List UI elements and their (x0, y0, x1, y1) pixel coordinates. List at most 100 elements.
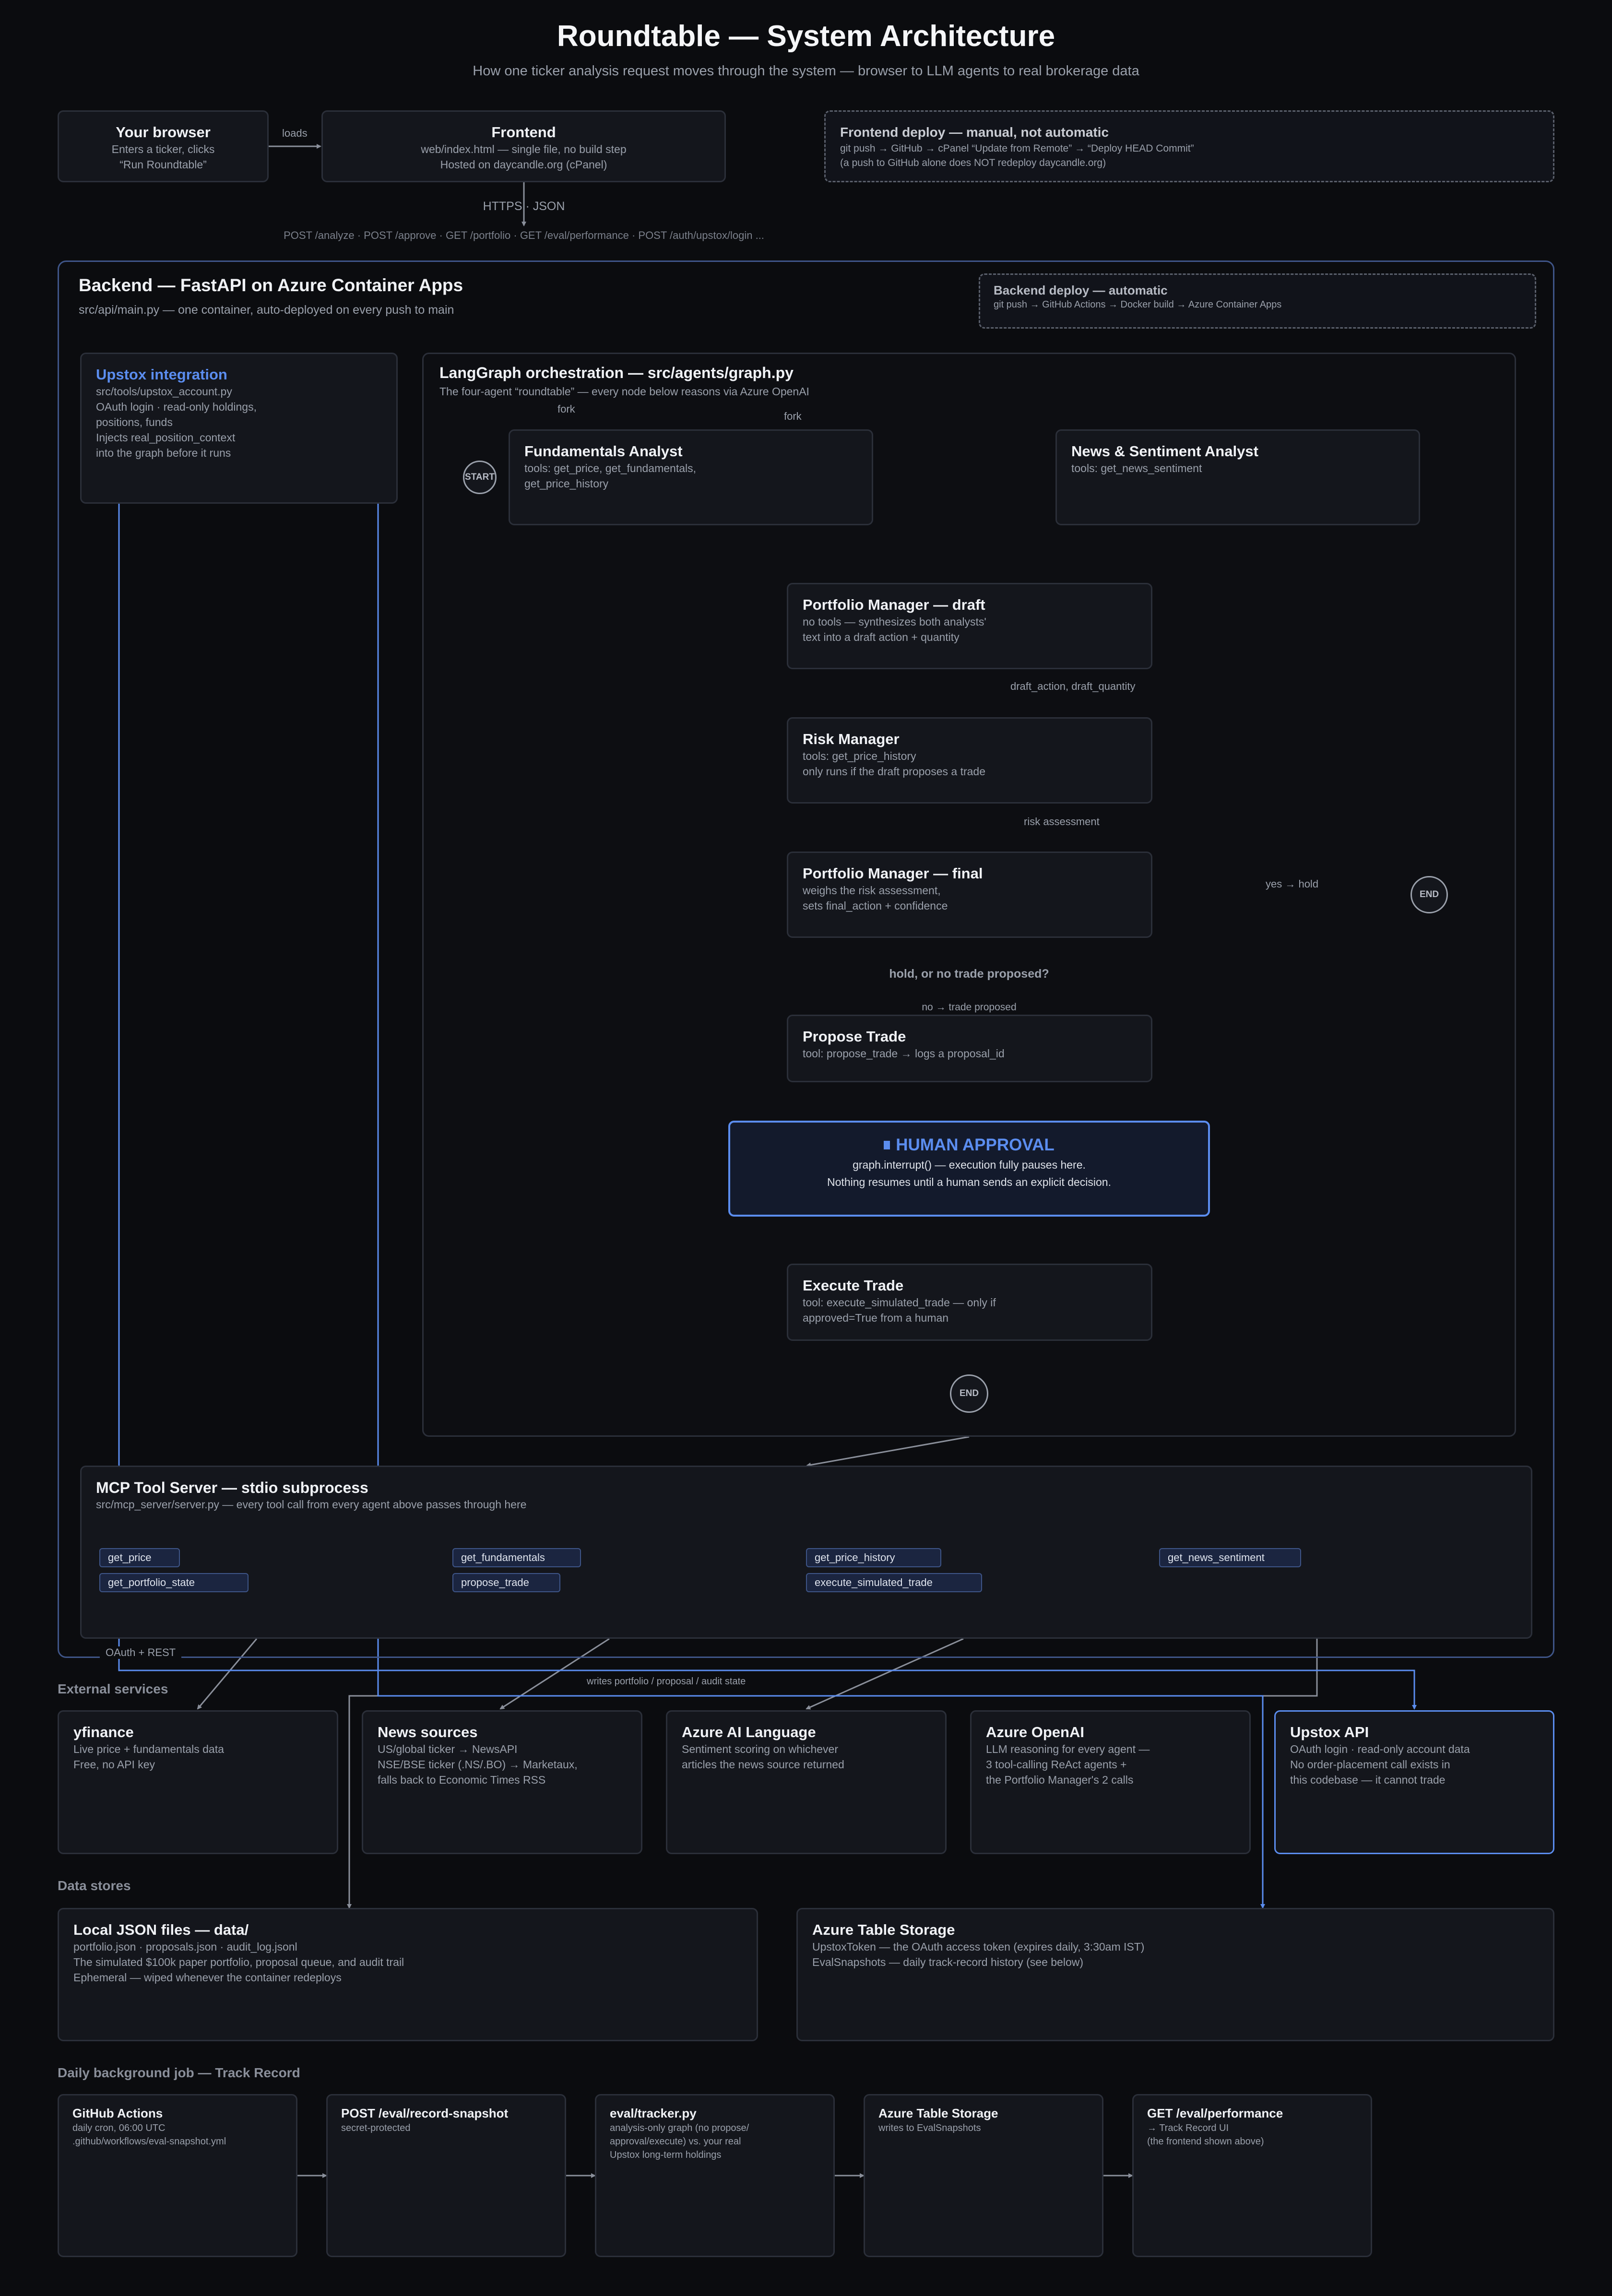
execute-title: Execute Trade (803, 1277, 904, 1294)
news-sources-line3: falls back to Economic Times RSS (378, 1774, 546, 1786)
upstox-integration-line: OAuth login · read-only holdings, (96, 401, 257, 413)
local-json-box: Local JSON files — data/ portfolio.json … (58, 1908, 758, 2041)
tool-chip-get-news-sentiment: get_news_sentiment (1159, 1548, 1301, 1567)
frontend-deploy-line1: git push → GitHub → cPanel “Update from … (840, 143, 1194, 154)
news-line1: tools: get_news_sentiment (1071, 462, 1202, 474)
execute-line1: tool: execute_simulated_trade — only if (803, 1296, 996, 1309)
frontend-deploy-box: Frontend deploy — manual, not automatic … (824, 110, 1554, 182)
browser-box: Your browser Enters a ticker, clicks “Ru… (58, 110, 269, 182)
yfinance-box: yfinance Live price + fundamentals data … (58, 1710, 338, 1854)
azure-openai-line1: LLM reasoning for every agent — (986, 1743, 1150, 1755)
local-json-line1: portfolio.json · proposals.json · audit_… (73, 1941, 297, 1953)
news-title: News & Sentiment Analyst (1071, 443, 1258, 460)
job-table-title: Azure Table Storage (878, 2106, 998, 2120)
langgraph-sub: The four-agent “roundtable” — every node… (439, 385, 809, 398)
tool-chip-get-price: get_price (99, 1548, 180, 1567)
snapshot-title: POST /eval/record-snapshot (341, 2106, 509, 2120)
risk-manager-node: Risk Manager tools: get_price_history on… (787, 717, 1152, 804)
frontend-deploy-title: Frontend deploy — manual, not automatic (840, 125, 1109, 140)
tool-chip-execute-simulated-trade: execute_simulated_trade (806, 1573, 982, 1592)
upstox-integration-line: Injects real_position_context (96, 431, 236, 444)
browser-line1: Enters a ticker, clicks (111, 143, 215, 155)
azure-language-box: Azure AI Language Sentiment scoring on w… (666, 1710, 947, 1854)
risk-line2: only runs if the draft proposes a trade (803, 765, 985, 778)
job-section-label: Daily background job — Track Record (58, 2065, 300, 2080)
propose-trade-node: Propose Trade tool: propose_trade → logs… (787, 1015, 1152, 1082)
github-actions-box: GitHub Actions daily cron, 06:00 UTC .gi… (58, 2094, 297, 2257)
perf-line1: → Track Record UI (1147, 2123, 1229, 2133)
page-subtitle: How one ticker analysis request moves th… (473, 63, 1139, 79)
upstox-integration-line: src/tools/upstox_account.py (96, 385, 232, 398)
pm-final-line2: sets final_action + confidence (803, 899, 948, 912)
tool-chip-get-price-history: get_price_history (806, 1548, 941, 1567)
perf-line2: (the frontend shown above) (1147, 2136, 1264, 2147)
execute-line2: approved=True from a human (803, 1312, 949, 1324)
job-table-storage-box: Azure Table Storage writes to EvalSnapsh… (864, 2094, 1103, 2257)
external-section-label: External services (58, 1681, 168, 1696)
azure-language-line2: articles the news source returned (682, 1758, 844, 1771)
local-json-line2: The simulated $100k paper portfolio, pro… (73, 1956, 404, 1968)
backend-title: Backend — FastAPI on Azure Container App… (79, 275, 463, 295)
edge-label-risk: risk assessment (1024, 816, 1100, 828)
gha-line1: daily cron, 06:00 UTC (72, 2123, 166, 2133)
upstox-api-line1: OAuth login · read-only account data (1290, 1743, 1470, 1755)
tool-chip-get-fundamentals: get_fundamentals (452, 1548, 581, 1567)
edge-label-yes-hold: yes → hold (1266, 878, 1319, 890)
tool-chip-get-portfolio-state: get_portfolio_state (99, 1573, 249, 1592)
news-sources-line2: NSE/BSE ticker (.NS/.BO) → Marketaux, (378, 1758, 578, 1771)
frontend-deploy-line2: (a push to GitHub alone does NOT redeplo… (840, 157, 1106, 168)
pm-final-node: Portfolio Manager — final weighs the ris… (787, 852, 1152, 938)
tracker-line1: analysis-only graph (no propose/ (610, 2123, 749, 2133)
fundamentals-line1: tools: get_price, get_fundamentals, (524, 462, 697, 474)
job-table-line1: writes to EvalSnapshots (878, 2123, 981, 2133)
azure-openai-box: Azure OpenAI LLM reasoning for every age… (970, 1710, 1251, 1854)
record-snapshot-box: POST /eval/record-snapshot secret-protec… (326, 2094, 566, 2257)
news-sources-line1: US/global ticker → NewsAPI (378, 1743, 518, 1755)
mcp-title: MCP Tool Server — stdio subprocess (96, 1479, 368, 1496)
page-title: Roundtable — System Architecture (557, 20, 1055, 53)
azure-language-line1: Sentiment scoring on whichever (682, 1743, 838, 1755)
end-node-hold: END (1410, 876, 1448, 913)
pm-final-line1: weighs the risk assessment, (803, 884, 941, 897)
pm-draft-line2: text into a draft action + quantity (803, 631, 960, 643)
backend-sub: src/api/main.py — one container, auto-de… (79, 303, 454, 317)
azure-table-box: Azure Table Storage UpstoxToken — the OA… (796, 1908, 1554, 2041)
local-json-title: Local JSON files — data/ (73, 1921, 249, 1938)
upstox-api-line3: this codebase — it cannot trade (1290, 1774, 1446, 1786)
edge-label-draft: draft_action, draft_quantity (1010, 680, 1136, 692)
fundamentals-line2: get_price_history (524, 477, 609, 490)
azure-table-line1: UpstoxToken — the OAuth access token (ex… (812, 1941, 1145, 1953)
tracker-line3: Upstox long-term holdings (610, 2150, 722, 2160)
perf-title: GET /eval/performance (1147, 2106, 1283, 2120)
fundamentals-analyst-node: Fundamentals Analyst tools: get_price, g… (509, 429, 873, 525)
gha-title: GitHub Actions (72, 2106, 163, 2120)
backend-deploy-title: Backend deploy — automatic (994, 283, 1168, 297)
frontend-title: Frontend (491, 124, 556, 141)
stores-section-label: Data stores (58, 1878, 131, 1893)
langgraph-title: LangGraph orchestration — src/agents/gra… (439, 364, 794, 381)
edge-label-no-trade: no → trade proposed (902, 1002, 1036, 1013)
browser-line2: “Run Roundtable” (119, 158, 207, 171)
pm-draft-line1: no tools — synthesizes both analysts' (803, 615, 986, 628)
upstox-integration-line: positions, funds (96, 416, 173, 428)
human-approval-line1: graph.interrupt() — execution fully paus… (853, 1159, 1086, 1171)
eval-performance-box: GET /eval/performance → Track Record UI … (1132, 2094, 1372, 2257)
news-sources-title: News sources (378, 1724, 478, 1740)
edge-label-https: HTTPS · JSON (483, 200, 565, 213)
decision-label: hold, or no trade proposed? (889, 967, 1049, 981)
fundamentals-title: Fundamentals Analyst (524, 443, 683, 460)
yfinance-line1: Live price + fundamentals data (73, 1743, 224, 1755)
backend-deploy-box: Backend deploy — automatic git push → Gi… (979, 273, 1536, 329)
pm-draft-title: Portfolio Manager — draft (803, 596, 985, 613)
azure-language-title: Azure AI Language (682, 1724, 816, 1740)
frontend-line1: web/index.html — single file, no build s… (421, 143, 627, 155)
upstox-integration-title: Upstox integration (96, 366, 227, 383)
tool-chip-propose-trade: propose_trade (452, 1573, 560, 1592)
yfinance-line2: Free, no API key (73, 1758, 155, 1771)
human-approval-title: HUMAN APPROVAL (745, 1134, 1194, 1156)
news-sources-box: News sources US/global ticker → NewsAPI … (362, 1710, 642, 1854)
tracker-box: eval/tracker.py analysis-only graph (no … (595, 2094, 835, 2257)
edge-label-fork-left: fork (557, 403, 575, 415)
edge-label-fork-right: fork (784, 410, 802, 422)
yfinance-title: yfinance (73, 1724, 134, 1740)
